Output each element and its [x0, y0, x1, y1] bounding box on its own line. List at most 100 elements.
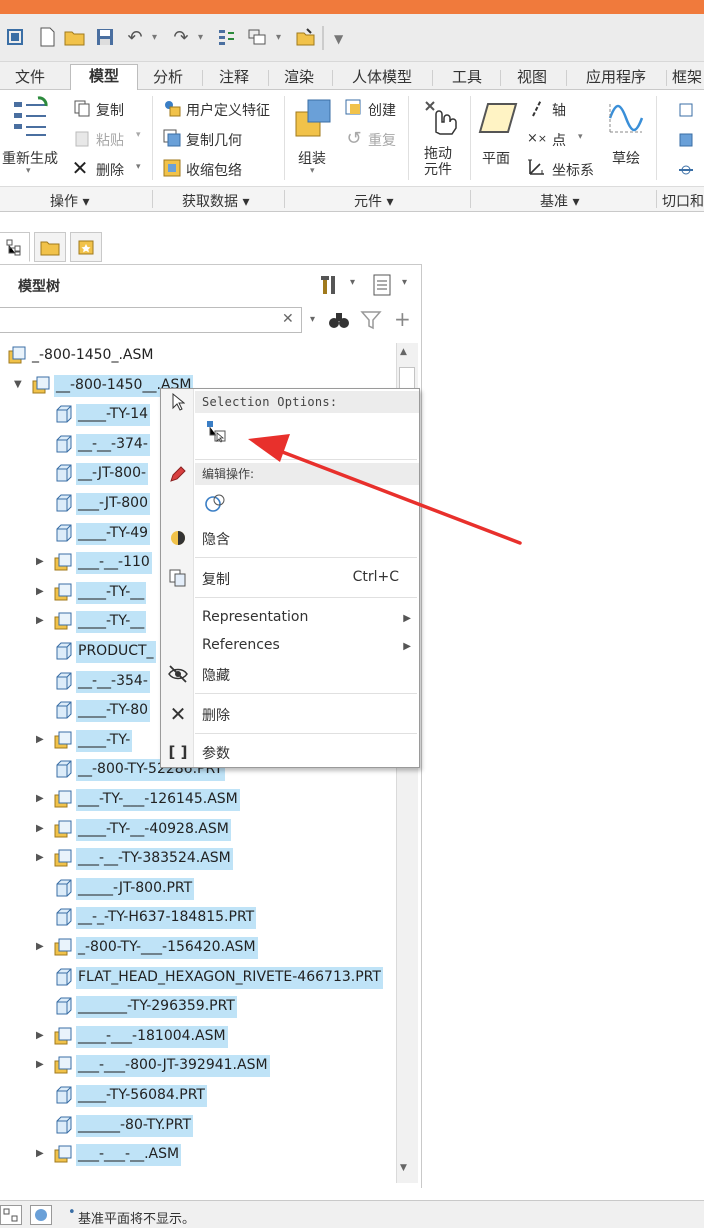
- group-get-data[interactable]: 获取数据 ▾: [182, 191, 249, 211]
- group-operations[interactable]: 操作 ▾: [50, 191, 89, 211]
- edit-definition-icon[interactable]: [203, 491, 229, 517]
- drag-components-icon[interactable]: [420, 96, 460, 140]
- shrinkwrap-button[interactable]: 收缩包络: [186, 160, 242, 180]
- close-window-icon[interactable]: [292, 24, 318, 50]
- menu-item-suppress[interactable]: 隐含: [202, 529, 230, 549]
- plane-button[interactable]: 平面: [482, 148, 510, 168]
- tree-row[interactable]: ______-80-TY.PRT: [0, 1113, 396, 1137]
- folder-browser-tab[interactable]: [34, 232, 66, 262]
- delete-icon[interactable]: ✕: [70, 156, 90, 180]
- menu-item-copy[interactable]: 复制: [202, 569, 230, 589]
- collapse-toggle-icon[interactable]: ▼: [14, 379, 22, 390]
- copy-button[interactable]: 复制: [96, 100, 124, 120]
- settings-dropdown-icon[interactable]: ▾: [350, 277, 355, 288]
- coord-sys-button[interactable]: 坐标系: [552, 160, 594, 180]
- expand-toggle-icon[interactable]: ▶: [36, 586, 44, 597]
- regenerate-dropdown-icon[interactable]: ▾: [26, 166, 31, 176]
- clear-search-icon[interactable]: ✕: [282, 311, 294, 327]
- tab-render[interactable]: 渲染: [270, 66, 328, 90]
- drag-components-label-2[interactable]: 元件: [424, 162, 452, 178]
- tree-row[interactable]: ▶ ___-__-TY-383524.ASM: [0, 846, 396, 871]
- filter-icon[interactable]: [360, 309, 382, 331]
- tree-row[interactable]: ▶ ___-___-800-JT-392941.ASM: [0, 1053, 396, 1078]
- tree-row[interactable]: __-_-TY-H637-184815.PRT: [0, 905, 396, 930]
- expand-toggle-icon[interactable]: ▶: [36, 615, 44, 626]
- sweep-icon[interactable]: [676, 160, 696, 180]
- user-defined-feature-button[interactable]: 用户定义特征: [186, 100, 270, 120]
- tab-manikin[interactable]: 人体模型: [336, 66, 428, 90]
- assemble-button[interactable]: 组装: [298, 148, 326, 168]
- point-dropdown-icon[interactable]: ▾: [578, 132, 583, 142]
- tree-row[interactable]: ▶ ____-___-181004.ASM: [0, 1024, 396, 1048]
- copy-geometry-button[interactable]: 复制几何: [186, 130, 242, 150]
- delete-button[interactable]: 删除: [96, 160, 124, 180]
- copy-geometry-icon[interactable]: [162, 128, 182, 148]
- regenerate-button[interactable]: 重新生成: [2, 148, 58, 168]
- shrinkwrap-icon[interactable]: [162, 158, 182, 178]
- tree-row[interactable]: ▶ ___-___-__.ASM: [0, 1142, 396, 1167]
- assemble-icon[interactable]: [292, 96, 336, 140]
- scroll-up-icon[interactable]: ▲: [400, 347, 407, 357]
- tree-row[interactable]: FLAT_HEAD_HEXAGON_RIVETE-466713.PRT: [0, 965, 396, 989]
- regenerate-quick-icon[interactable]: [214, 24, 240, 50]
- group-components[interactable]: 元件 ▾: [354, 191, 393, 211]
- expand-toggle-icon[interactable]: ▶: [36, 734, 44, 745]
- point-icon[interactable]: × ×: [526, 128, 548, 148]
- tab-analysis[interactable]: 分析: [140, 66, 196, 90]
- redo-icon[interactable]: ↷: [168, 24, 194, 50]
- copy-icon[interactable]: [72, 98, 92, 118]
- expand-toggle-icon[interactable]: ▶: [36, 1148, 44, 1159]
- menu-item-references[interactable]: References: [202, 637, 280, 653]
- plane-icon[interactable]: [478, 98, 518, 138]
- expand-toggle-icon[interactable]: ▶: [36, 852, 44, 863]
- windows-icon[interactable]: [244, 24, 270, 50]
- save-icon[interactable]: [92, 24, 118, 50]
- show-dropdown-icon[interactable]: ▾: [402, 277, 407, 288]
- expand-toggle-icon[interactable]: ▶: [36, 941, 44, 952]
- sketch-icon[interactable]: [606, 98, 646, 138]
- menu-item-hide[interactable]: 隐藏: [202, 665, 230, 685]
- axis-button[interactable]: 轴: [552, 100, 566, 120]
- delete-dropdown-icon[interactable]: ▾: [136, 162, 141, 172]
- group-cut-and-surface[interactable]: 切口和: [662, 191, 704, 211]
- windows-dropdown-icon[interactable]: ▾: [276, 32, 281, 43]
- tab-tools[interactable]: 工具: [436, 66, 498, 90]
- point-button[interactable]: 点: [552, 130, 566, 150]
- axis-icon[interactable]: [528, 98, 546, 118]
- model-tree-tab[interactable]: [0, 232, 30, 262]
- regenerate-icon[interactable]: [12, 96, 52, 140]
- redo-dropdown-icon[interactable]: ▾: [198, 32, 203, 43]
- undo-dropdown-icon[interactable]: ▾: [152, 32, 157, 43]
- create-icon[interactable]: [344, 98, 364, 118]
- add-filter-icon[interactable]: +: [394, 307, 411, 331]
- drag-components-label-1[interactable]: 拖动: [424, 146, 452, 162]
- tree-row[interactable]: ▶ ____-TY-__-40928.ASM: [0, 817, 396, 841]
- expand-toggle-icon[interactable]: ▶: [36, 793, 44, 804]
- layout-toggle-icon[interactable]: [0, 1205, 22, 1225]
- user-feature-icon[interactable]: [162, 98, 182, 118]
- coord-sys-icon[interactable]: [526, 156, 548, 178]
- tab-view[interactable]: 视图: [502, 66, 562, 90]
- tab-file[interactable]: 文件: [0, 66, 60, 90]
- favorites-tab[interactable]: [70, 232, 102, 262]
- tab-model[interactable]: 模型: [70, 64, 138, 91]
- create-button[interactable]: 创建: [368, 100, 396, 120]
- revolve-icon[interactable]: [676, 130, 696, 150]
- sketch-button[interactable]: 草绘: [612, 148, 640, 168]
- expand-toggle-icon[interactable]: ▶: [36, 1059, 44, 1070]
- expand-toggle-icon[interactable]: ▶: [36, 556, 44, 567]
- menu-item-delete[interactable]: 删除: [202, 705, 230, 725]
- expand-toggle-icon[interactable]: ▶: [36, 823, 44, 834]
- menu-item-parameters[interactable]: 参数: [202, 743, 230, 763]
- expand-toggle-icon[interactable]: ▶: [36, 1030, 44, 1041]
- window-menu-icon[interactable]: [2, 24, 28, 50]
- tree-row[interactable]: _-800-1450_.ASM: [0, 343, 396, 367]
- tree-row[interactable]: _______-TY-296359.PRT: [0, 994, 396, 1019]
- assemble-dropdown-icon[interactable]: ▾: [310, 166, 315, 176]
- customize-toolbar-icon[interactable]: ▼: [334, 32, 343, 46]
- menu-item-representation[interactable]: Representation: [202, 609, 308, 625]
- tree-row[interactable]: _____-JT-800.PRT: [0, 876, 396, 900]
- scroll-down-icon[interactable]: ▼: [400, 1163, 407, 1173]
- tab-applications[interactable]: 应用程序: [570, 66, 662, 90]
- tree-row[interactable]: ▶ _-800-TY-___-156420.ASM: [0, 935, 396, 959]
